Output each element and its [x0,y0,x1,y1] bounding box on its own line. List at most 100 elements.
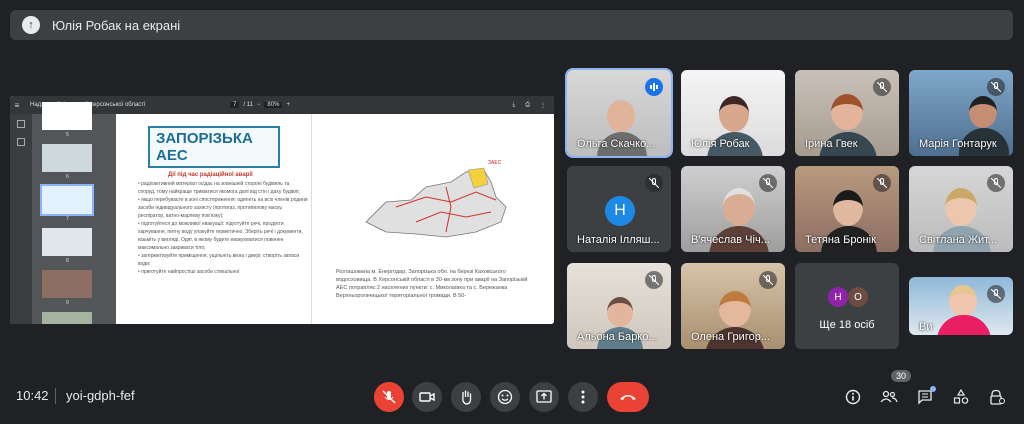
unread-dot [930,386,936,392]
participant-name: Юлія Робак [691,138,750,150]
page-thumbnail[interactable]: 6 [42,144,92,180]
avatar: Н [605,196,635,226]
chat-button[interactable] [914,386,936,408]
participant-tile[interactable]: Олена Григор... [681,263,785,349]
participant-name: Ірина Гвек [805,138,858,150]
participant-count-badge: 30 [891,370,912,382]
page-thumbnail[interactable] [42,312,92,324]
present-screen-button[interactable] [529,382,559,412]
more-options-button[interactable] [568,382,598,412]
participant-tile[interactable]: Тетяна Бронік [795,166,899,252]
list-item: приготуйте найпростіші засоби стикальної [138,268,308,276]
camera-icon [419,392,435,402]
pdf-page: ЗАПОРІЗЬКА АЕС Дії під час радіаційної а… [128,114,554,324]
page-thumbnail[interactable]: 8 [42,228,92,264]
activities-button[interactable] [950,386,972,408]
mic-off-icon [759,271,777,289]
page-thumbnail[interactable]: 5 [42,102,92,138]
shared-screen[interactable]: ≡ Надзвичайні ситуації херсонської облас… [10,96,554,324]
activities-icon [953,389,969,404]
region-map: ЗАЕС [365,160,507,238]
zoom-out-icon[interactable]: − [257,102,261,108]
participant-name: Марія Гонтарук [919,138,997,150]
more-participants-label: Ще 18 осіб [819,319,875,331]
avatar: Н [828,287,848,307]
thumbnail-panel: 5 6 7 8 9 [10,102,116,324]
self-view-tile[interactable]: Ви [909,277,1013,335]
host-controls-icon [990,389,1005,405]
present-screen-icon [536,390,552,403]
raise-hand-icon [462,390,472,405]
participant-name: Тетяна Бронік [805,234,876,246]
mic-toggle-button[interactable] [374,382,404,412]
more-icon[interactable]: ⋮ [540,102,546,109]
zoom-in-icon[interactable]: + [286,102,290,108]
mic-off-icon [873,174,891,192]
page-current[interactable]: 7 [230,102,240,108]
raise-hand-button[interactable] [451,382,481,412]
list-item: радіоактивний матеріал осідає на зовнішн… [138,180,308,196]
more-participants-tile[interactable]: Н О Ще 18 осіб [795,263,899,349]
download-icon[interactable]: ⤓ [513,102,516,109]
slide-caption: Розташована м. Енергодар, Запорізька обл… [336,269,528,299]
camera-toggle-button[interactable] [412,382,442,412]
meeting-code: yoi-gdph-fef [66,388,135,403]
thumbnails-icon[interactable] [17,120,25,128]
mic-off-icon [645,271,663,289]
participant-name: Альона Барко... [577,331,658,343]
map-label: ЗАЕС [488,160,502,166]
meet-window: ↑ Юлія Робак на екрані ≡ Надзвичайні сит… [0,0,1024,424]
participant-tile[interactable]: Ольга Скачко... [565,68,673,158]
print-icon[interactable]: ⎙ [525,102,530,109]
participant-name: Наталія Ілляш... [577,234,660,246]
people-icon [880,390,898,403]
viewer-actions: ⤓ ⎙ ⋮ [513,102,546,109]
hang-up-icon [620,395,636,400]
participant-name: Світлана Жит... [919,234,998,246]
column-divider [311,114,312,324]
mic-off-icon [987,78,1005,96]
present-icon: ↑ [22,16,40,34]
mic-off-icon [873,78,891,96]
mic-off-icon [987,285,1005,303]
mic-off-icon [645,174,663,192]
mic-off-icon [759,174,777,192]
thumbnail-rail [10,114,32,324]
more-options-icon [581,390,585,404]
participant-tile[interactable]: Юлія Робак [681,70,785,156]
slide-bullets: радіоактивний матеріал осідає на зовнішн… [138,180,308,276]
participant-name: В'ячеслав Чіч... [691,234,770,246]
participant-tile[interactable]: Ірина Гвек [795,70,899,156]
emoji-icon [497,389,513,405]
people-button[interactable] [878,386,900,408]
speaking-indicator-icon [645,78,663,96]
page-thumbnail[interactable]: 9 [42,270,92,306]
control-bar: 10:42 yoi-gdph-fef 30 [0,370,1024,416]
participant-tile[interactable]: В'ячеслав Чіч... [681,166,785,252]
divider [55,388,56,404]
clock: 10:42 [16,388,49,403]
meeting-details-button[interactable] [842,386,864,408]
info-icon [845,389,861,405]
participant-name: Олена Григор... [691,331,770,343]
leave-call-button[interactable] [607,382,649,412]
zoom-level[interactable]: 80% [264,102,283,108]
avatar: О [848,287,868,307]
participant-tile[interactable]: Альона Барко... [567,263,671,349]
list-item: загерметизуйте приміщення, ущільніть вік… [138,252,308,268]
participant-tile[interactable]: Н Наталія Ілляш... [567,166,671,252]
participant-tile[interactable]: Світлана Жит... [909,166,1013,252]
page-thumbnail-selected[interactable]: 7 [40,184,94,222]
host-controls-button[interactable] [986,386,1008,408]
slide-heading: ЗАПОРІЗЬКА АЕС [148,126,280,168]
mic-off-icon [382,390,396,404]
participant-name: Ви [919,321,933,333]
presenting-text: Юлія Робак на екрані [52,17,181,33]
outline-icon[interactable] [17,138,25,146]
emoji-button[interactable] [490,382,520,412]
menu-icon[interactable]: ≡ [10,101,24,110]
page-total: / 11 [243,102,253,108]
presenting-banner: ↑ Юлія Робак на екрані [10,10,1013,40]
page-indicator: 7 / 11 − 80% + [230,102,290,108]
participant-tile[interactable]: Марія Гонтарук [909,70,1013,156]
